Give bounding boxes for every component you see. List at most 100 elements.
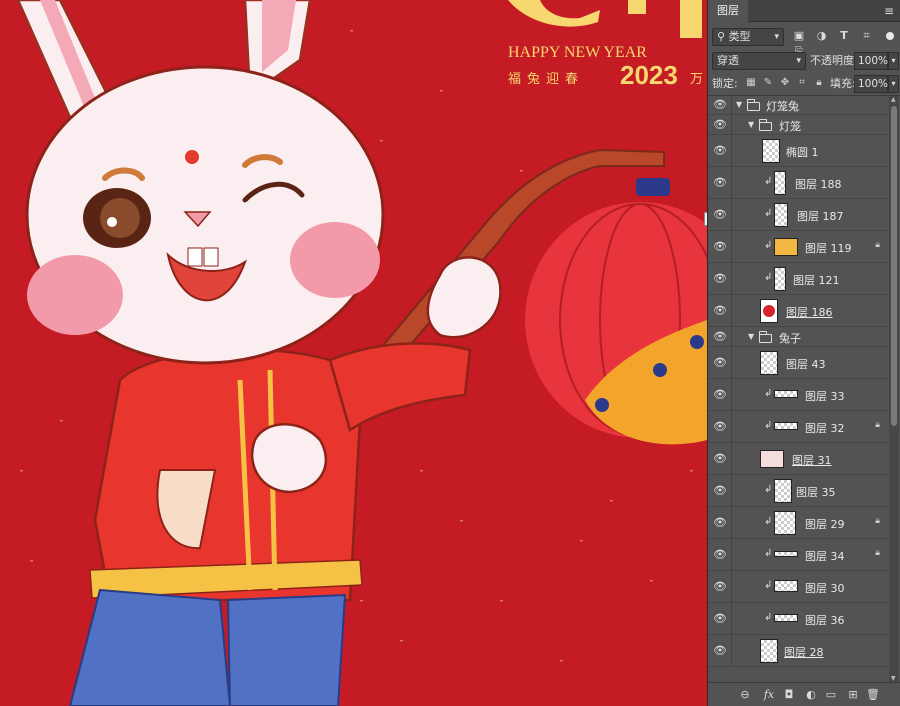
layer-row[interactable]: 👁︎ 椭圆 1	[708, 135, 888, 167]
fill-dropdown-icon[interactable]: ▾	[888, 75, 899, 93]
layer-row[interactable]: 👁︎ 图层 186	[708, 295, 888, 327]
visibility-eye-icon[interactable]: 👁︎	[713, 240, 727, 254]
layer-name: 椭圆 1	[786, 146, 819, 159]
fill-field[interactable]: 100%	[854, 75, 888, 93]
layer-row[interactable]: 👁︎ ↲ 图层 33	[708, 379, 888, 411]
visibility-eye-icon[interactable]: 👁︎	[713, 118, 727, 132]
chevron-down-icon[interactable]: ▼	[748, 332, 754, 341]
layer-thumbnail	[774, 238, 798, 256]
layer-name: 图层 28	[784, 646, 824, 659]
layer-group-row[interactable]: 👁︎ ▼ 灯笼兔	[708, 96, 888, 115]
layer-thumbnail	[774, 614, 798, 622]
visibility-eye-icon[interactable]: 👁︎	[713, 516, 727, 530]
visibility-eye-icon[interactable]: 👁︎	[713, 548, 727, 562]
visibility-eye-icon[interactable]: 👁︎	[713, 644, 727, 658]
layer-thumbnail	[760, 351, 778, 375]
lock-position-icon[interactable]: ✥	[778, 75, 792, 91]
opacity-field[interactable]: 100%	[854, 52, 888, 70]
layer-thumbnail	[762, 139, 780, 163]
visibility-eye-icon[interactable]: 👁︎	[713, 330, 727, 344]
adjustment-layer-icon[interactable]: ◐	[804, 687, 818, 703]
rabbit-body	[68, 342, 472, 706]
clipping-arrow-icon: ↲	[764, 176, 773, 187]
layer-row[interactable]: 👁︎ ↲ 图层 188	[708, 167, 888, 199]
lock-brush-icon[interactable]: ✎	[761, 75, 775, 91]
lock-transparent-icon[interactable]: ▦	[744, 75, 758, 91]
layer-list-scrollbar[interactable]: ▲ ▼	[889, 96, 899, 682]
visibility-eye-icon[interactable]: 👁︎	[713, 272, 727, 286]
clipping-arrow-icon: ↲	[764, 516, 773, 527]
delete-icon[interactable]: 🗑	[866, 687, 880, 703]
layer-name: 图层 33	[805, 390, 845, 403]
panel-tab-bar: 图层 ≡	[708, 0, 900, 22]
visibility-eye-icon[interactable]: 👁︎	[713, 452, 727, 466]
visibility-eye-icon[interactable]: 👁︎	[713, 612, 727, 626]
layer-row[interactable]: 👁︎ ↲ 图层 29 🔒︎	[708, 507, 888, 539]
layer-name: 图层 36	[805, 614, 845, 627]
visibility-eye-icon[interactable]: 👁︎	[713, 356, 727, 370]
visibility-eye-icon[interactable]: 👁︎	[713, 208, 727, 222]
layer-row[interactable]: 👁︎ 图层 28	[708, 635, 888, 667]
lock-all-icon[interactable]: 🔒︎	[812, 75, 826, 91]
layer-group-row[interactable]: 👁︎ ▼ 灯笼	[708, 115, 888, 135]
layer-thumbnail	[774, 390, 798, 398]
lock-artboard-icon[interactable]: ⌗	[795, 75, 809, 91]
layer-row[interactable]: 👁︎ ↲ 图层 34 🔒︎	[708, 539, 888, 571]
layer-row[interactable]: 👁︎ ↲ 图层 119 🔒︎	[708, 231, 888, 263]
layer-row[interactable]: 👁︎ ↲ 图层 36	[708, 603, 888, 635]
visibility-eye-icon[interactable]: 👁︎	[713, 144, 727, 158]
adjustment-filter-icon[interactable]: ◑	[815, 28, 829, 44]
filter-type-select[interactable]: ⚲ 类型 ▾	[712, 28, 784, 46]
chevron-down-icon[interactable]: ▼	[748, 120, 754, 129]
link-layers-icon[interactable]: ⊖	[738, 687, 752, 703]
layer-name: 图层 43	[786, 358, 826, 371]
scrollbar-thumb[interactable]	[891, 106, 897, 426]
filter-type-label: 类型	[728, 30, 751, 43]
layer-name: 图层 30	[805, 582, 845, 595]
folder-icon	[747, 99, 760, 111]
layer-thumbnail	[774, 267, 786, 291]
layer-group-row[interactable]: 👁︎ ▼ 兔子	[708, 327, 888, 347]
scroll-up-icon[interactable]: ▲	[891, 96, 896, 103]
type-filter-icon[interactable]: T	[837, 28, 851, 44]
search-icon: ⚲	[717, 30, 726, 43]
shape-filter-icon[interactable]: ⌗	[860, 28, 874, 44]
visibility-eye-icon[interactable]: 👁︎	[713, 388, 727, 402]
panel-menu-icon[interactable]: ≡	[884, 4, 894, 18]
fx-icon[interactable]: fx	[762, 687, 776, 703]
layer-row[interactable]: 👁︎ 图层 43	[708, 347, 888, 379]
rabbit-head	[25, 65, 385, 365]
new-group-icon[interactable]: ▭	[824, 687, 838, 703]
opacity-dropdown-icon[interactable]: ▾	[888, 52, 899, 70]
layer-row[interactable]: 👁︎ ↲ 图层 30	[708, 571, 888, 603]
image-filter-icon[interactable]: ▣	[792, 28, 806, 44]
clipping-arrow-icon: ↲	[764, 548, 773, 559]
layer-row[interactable]: 👁︎ ↲ 图层 32 🔒︎	[708, 411, 888, 443]
scroll-down-icon[interactable]: ▼	[891, 675, 896, 682]
layer-row[interactable]: 👁︎ ↲ 图层 187	[708, 199, 888, 231]
layer-row[interactable]: 👁︎ 图层 31	[708, 443, 888, 475]
blend-mode-select[interactable]: 穿透 ▾	[712, 52, 806, 70]
visibility-eye-icon[interactable]: 👁︎	[713, 98, 727, 112]
chevron-down-icon: ▾	[796, 56, 801, 66]
visibility-eye-icon[interactable]: 👁︎	[713, 420, 727, 434]
new-layer-icon[interactable]: ⊞	[846, 687, 860, 703]
banner-year-text: 2023	[620, 60, 678, 90]
visibility-eye-icon[interactable]: 👁︎	[713, 304, 727, 318]
visibility-eye-icon[interactable]: 👁︎	[713, 580, 727, 594]
clipping-arrow-icon: ↲	[764, 208, 773, 219]
layer-list: 👁︎ ▼ 灯笼兔 👁︎ ▼ 灯笼 👁︎ 椭圆 1 👁︎ ↲ 图层 188 👁︎ …	[708, 96, 888, 682]
visibility-eye-icon[interactable]: 👁︎	[713, 176, 727, 190]
visibility-eye-icon[interactable]: 👁︎	[713, 484, 727, 498]
artwork-illustration	[16, 0, 707, 706]
layer-thumbnail	[774, 551, 798, 557]
layer-thumbnail	[774, 171, 786, 195]
layer-mask-icon[interactable]: ◘	[782, 687, 796, 703]
chevron-down-icon[interactable]: ▼	[736, 100, 742, 109]
layer-row[interactable]: 👁︎ ↲ 图层 121	[708, 263, 888, 295]
filter-toggle[interactable]	[886, 32, 894, 40]
layer-name: 图层 31	[792, 454, 832, 467]
layer-row[interactable]: 👁︎ ↲ 图层 35	[708, 475, 888, 507]
tab-layers[interactable]: 图层	[708, 0, 748, 22]
document-canvas[interactable]: HAPPY NEW YEAR 福兔迎春 2023 万	[0, 0, 707, 706]
